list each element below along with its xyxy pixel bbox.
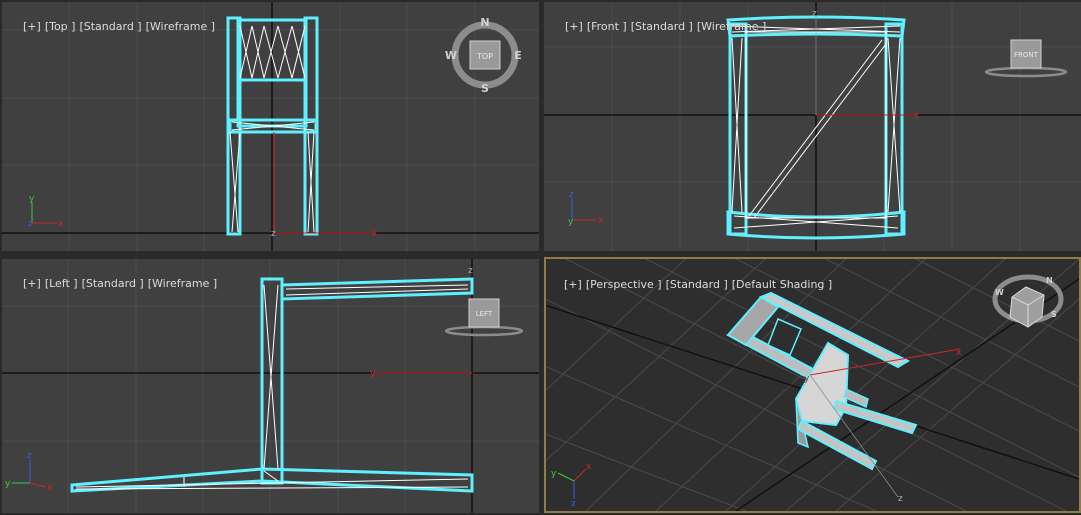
gizmo-z-label: z [468, 266, 473, 276]
point-of-view-label[interactable]: [Perspective ] [586, 278, 662, 291]
pivot-gizmo[interactable] [273, 132, 374, 234]
display-mode-label[interactable]: [Wireframe ] [148, 277, 217, 290]
axis-y-label: y [29, 194, 35, 204]
compass-north[interactable]: N [480, 16, 489, 29]
shading-standard-label[interactable]: [Standard ] [666, 278, 728, 291]
axis-z-label: z [571, 499, 576, 509]
viewport-top-label: [+] [Top ] [Standard ] [Wireframe ] [9, 7, 219, 46]
gizmo-z-label: z [812, 9, 817, 19]
viewcube-left[interactable]: LEFT [444, 298, 524, 337]
viewport-menu-button[interactable]: [+] [23, 20, 41, 33]
viewcube-top[interactable]: TOP N S E W [445, 16, 522, 95]
viewcube-perspective[interactable]: W N S [992, 274, 1064, 328]
axis-tripod: y z x [5, 451, 53, 493]
viewcube-face-label: FRONT [1014, 51, 1039, 59]
gizmo-x-label: x [956, 348, 962, 358]
viewport-left[interactable]: y z LEFT y z x [+] [Left ] [Standard ] [Wir… [2, 259, 539, 513]
viewport-top[interactable]: x z TOP N S E W x y z [+] [Top ] [Standard… [2, 2, 539, 251]
gizmo-y-label: y [804, 374, 810, 384]
display-mode-label[interactable]: [Wireframe ] [146, 20, 215, 33]
axis-tripod: x y z [551, 462, 592, 509]
compass-north[interactable]: N [1046, 276, 1053, 285]
compass-south[interactable]: S [1051, 310, 1057, 319]
viewport-menu-button[interactable]: [+] [23, 277, 41, 290]
display-mode-label[interactable]: [Wireframe ] [697, 20, 766, 33]
viewport-menu-button[interactable]: [+] [565, 20, 583, 33]
compass-south[interactable]: S [481, 82, 489, 95]
axis-x-label: x [47, 483, 53, 493]
viewport-perspective-label: [+] [Perspective ] [Standard ] [Default Sha… [550, 265, 836, 304]
viewcube-front[interactable]: FRONT [984, 39, 1068, 78]
axis-tripod: x z y [568, 190, 604, 227]
axis-y-label: y [551, 469, 557, 479]
display-mode-label[interactable]: [Default Shading ] [732, 278, 832, 291]
axis-x-label: x [598, 216, 604, 226]
point-of-view-label[interactable]: [Front ] [587, 20, 627, 33]
point-of-view-label[interactable]: [Top ] [45, 20, 76, 33]
gizmo-z-label: z [271, 229, 276, 239]
axis-z-label: z [28, 219, 33, 229]
axis-x-label: x [58, 219, 64, 229]
compass-ring[interactable] [444, 325, 524, 337]
axis-y-label: y [568, 217, 574, 227]
gizmo-x-label: x [914, 111, 920, 121]
compass-west[interactable]: W [995, 288, 1004, 297]
compass-west[interactable]: W [445, 49, 457, 62]
viewport-menu-button[interactable]: [+] [564, 278, 582, 291]
axis-z-label: z [27, 451, 32, 461]
viewport-front-label: [+] [Front ] [Standard ] [Wireframe ] [551, 7, 770, 46]
shading-standard-label[interactable]: [Standard ] [82, 277, 144, 290]
axis-z-label: z [569, 190, 574, 200]
gizmo-y-label: y [370, 369, 376, 379]
compass-ring[interactable] [984, 66, 1068, 78]
viewcube-face-label: LEFT [476, 310, 493, 318]
shading-standard-label[interactable]: [Standard ] [631, 20, 693, 33]
axis-y-label: y [5, 479, 11, 489]
viewport-left-label: [+] [Left ] [Standard ] [Wireframe ] [9, 264, 221, 303]
gizmo-x-label: x [372, 229, 378, 239]
axis-x-label: x [586, 462, 592, 472]
viewport-perspective[interactable]: x z y W N S x y z [+] [Perspective ] [Stan… [544, 257, 1081, 513]
chair-wireframe-left[interactable] [70, 277, 474, 493]
compass-east[interactable]: E [514, 49, 522, 62]
viewcube-face-label: TOP [476, 52, 493, 61]
point-of-view-label[interactable]: [Left ] [45, 277, 78, 290]
viewport-front[interactable]: x z FRONT x z y [+] [Front ] [Standard ] [W… [544, 2, 1081, 251]
gizmo-z-label: z [898, 494, 903, 504]
shading-standard-label[interactable]: [Standard ] [79, 20, 141, 33]
axis-tripod: x y z [28, 194, 64, 229]
